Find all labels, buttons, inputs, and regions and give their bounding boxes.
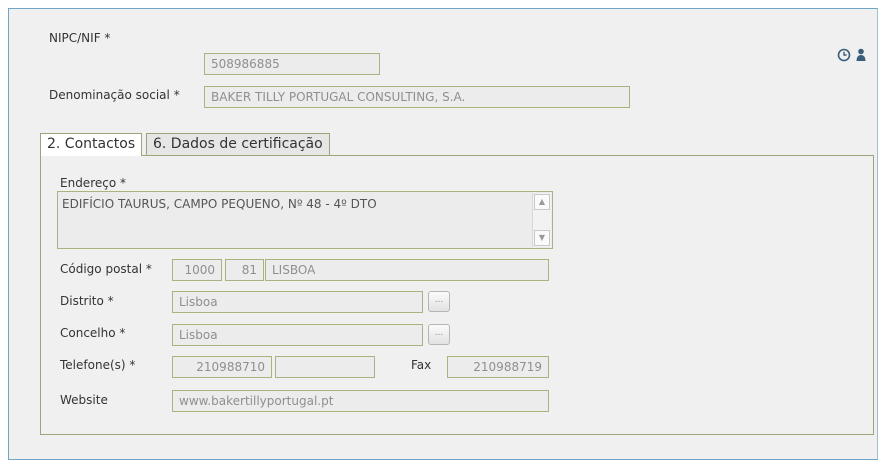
concelho-label: Concelho * [60, 326, 126, 340]
codigo-postal-field-2[interactable]: 81 [225, 259, 264, 281]
concelho-lookup-button[interactable]: ... [428, 324, 450, 345]
distrito-label: Distrito * [60, 294, 114, 308]
header-icons [837, 48, 866, 66]
denominacao-label: Denominação social * [49, 88, 180, 102]
nipc-field[interactable]: 508986885 [204, 53, 380, 75]
scroll-up-icon[interactable]: ▲ [534, 194, 550, 210]
endereco-label: Endereço * [60, 176, 126, 190]
distrito-field[interactable]: Lisboa [172, 291, 423, 313]
endereco-textarea[interactable]: EDIFÍCIO TAURUS, CAMPO PEQUENO, Nº 48 - … [57, 191, 553, 249]
fax-label: Fax [411, 358, 432, 372]
telefone-field-2[interactable] [275, 356, 375, 378]
endereco-value: EDIFÍCIO TAURUS, CAMPO PEQUENO, Nº 48 - … [62, 197, 377, 211]
telefone-field-1[interactable]: 210988710 [172, 356, 272, 378]
website-field[interactable]: www.bakertillyportugal.pt [172, 390, 549, 412]
denominacao-field[interactable]: BAKER TILLY PORTUGAL CONSULTING, S.A. [204, 86, 630, 108]
distrito-lookup-button[interactable]: ... [428, 291, 450, 312]
localidade-field[interactable]: LISBOA [265, 259, 549, 281]
user-icon[interactable] [856, 48, 866, 66]
website-label: Website [60, 393, 108, 407]
concelho-field[interactable]: Lisboa [172, 324, 423, 346]
endereco-scrollbar[interactable]: ▲ ▼ [532, 193, 551, 247]
fax-field[interactable]: 210988719 [447, 356, 549, 378]
codigo-postal-field-1[interactable]: 1000 [172, 259, 222, 281]
telefone-label: Telefone(s) * [60, 358, 136, 372]
nipc-label: NIPC/NIF * [49, 31, 111, 45]
tab-contactos[interactable]: 2. Contactos [40, 133, 143, 156]
tab-dados-certificacao[interactable]: 6. Dados de certificação [146, 133, 330, 155]
codigo-postal-label: Código postal * [60, 262, 152, 276]
scroll-down-icon[interactable]: ▼ [534, 230, 550, 246]
clock-icon[interactable] [837, 48, 851, 66]
